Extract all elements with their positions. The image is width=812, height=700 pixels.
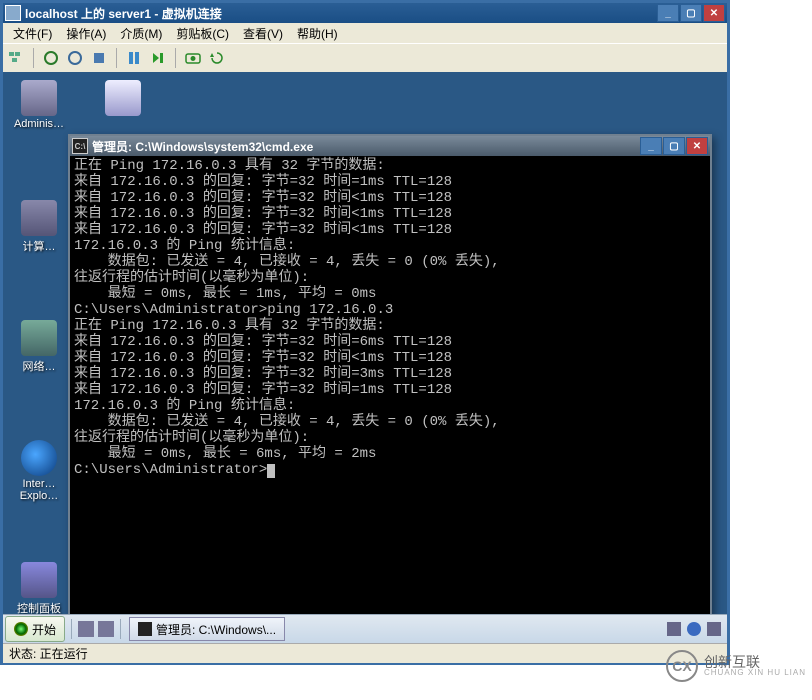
- quicklaunch-show-desktop-icon[interactable]: [78, 621, 94, 637]
- cmd-line: 来自 172.16.0.3 的回复: 字节=32 时间=1ms TTL=128: [74, 174, 706, 190]
- revert-icon[interactable]: [208, 49, 226, 67]
- cmd-icon: [138, 622, 152, 636]
- toolbar-separator: [175, 48, 176, 68]
- vm-status-text: 状态: 正在运行: [9, 645, 88, 662]
- desktop-icon-internet-explorer[interactable]: Inter… Explo…: [9, 440, 69, 502]
- tray-icon[interactable]: [667, 622, 681, 636]
- taskbar-item-cmd[interactable]: 管理员: C:\Windows\...: [129, 617, 285, 641]
- cmd-line: 往返行程的估计时间(以毫秒为单位):: [74, 430, 706, 446]
- cmd-line: 来自 172.16.0.3 的回复: 字节=32 时间<1ms TTL=128: [74, 222, 706, 238]
- cmd-window-controls: _ ▢ ✕: [639, 137, 708, 155]
- cmd-line: 往返行程的估计时间(以毫秒为单位):: [74, 270, 706, 286]
- vm-menubar: 文件(F) 操作(A) 介质(M) 剪贴板(C) 查看(V) 帮助(H): [3, 23, 727, 43]
- network-icon: [21, 320, 57, 356]
- ie-icon: [21, 440, 57, 476]
- vm-titlebar[interactable]: localhost 上的 server1 - 虚拟机连接 _ ▢ ✕: [3, 3, 727, 23]
- cmd-line: 来自 172.16.0.3 的回复: 字节=32 时间=3ms TTL=128: [74, 366, 706, 382]
- tray-network-icon[interactable]: [707, 622, 721, 636]
- cmd-line: 来自 172.16.0.3 的回复: 字节=32 时间<1ms TTL=128: [74, 190, 706, 206]
- cmd-line: C:\Users\Administrator>ping 172.16.0.3: [74, 302, 706, 318]
- computer-icon: [21, 200, 57, 236]
- cmd-cursor: [267, 464, 275, 478]
- snapshot-icon[interactable]: [184, 49, 202, 67]
- pause-icon[interactable]: [125, 49, 143, 67]
- desktop-icon-recycle-bin[interactable]: [93, 80, 153, 118]
- vm-maximize-button[interactable]: ▢: [680, 4, 702, 22]
- icon-label: Inter…: [9, 478, 69, 490]
- watermark: CX 创新互联 CHUANG XIN HU LIAN: [666, 650, 806, 682]
- taskbar-separator: [71, 619, 72, 639]
- icon-label: 网络…: [9, 358, 69, 374]
- start-label: 开始: [32, 621, 56, 638]
- desktop-icon-administrator[interactable]: Adminis…: [9, 80, 69, 130]
- icon-label: 计算…: [9, 238, 69, 254]
- cmd-line: 数据包: 已发送 = 4, 已接收 = 4, 丢失 = 0 (0% 丢失),: [74, 254, 706, 270]
- save-icon[interactable]: [90, 49, 108, 67]
- folder-icon: [21, 80, 57, 116]
- guest-desktop[interactable]: Adminis… 计算… 网络… Inter… Explo… 控制面板 C:\: [3, 72, 727, 663]
- watermark-text: 创新互联: [704, 655, 806, 669]
- vm-app-icon: [5, 5, 21, 21]
- quicklaunch-explorer-icon[interactable]: [98, 621, 114, 637]
- menu-view[interactable]: 查看(V): [237, 24, 289, 43]
- vm-status-bar: 状态: 正在运行: [3, 643, 727, 663]
- cmd-titlebar[interactable]: C:\ 管理员: C:\Windows\system32\cmd.exe _ ▢…: [70, 136, 710, 156]
- cmd-line: 172.16.0.3 的 Ping 统计信息:: [74, 398, 706, 414]
- cmd-line: 172.16.0.3 的 Ping 统计信息:: [74, 238, 706, 254]
- cmd-line: 来自 172.16.0.3 的回复: 字节=32 时间<1ms TTL=128: [74, 350, 706, 366]
- cmd-minimize-button[interactable]: _: [640, 137, 662, 155]
- vm-minimize-button[interactable]: _: [657, 4, 679, 22]
- menu-media[interactable]: 介质(M): [114, 24, 168, 43]
- cmd-icon: C:\: [72, 138, 88, 154]
- toolbar-separator: [33, 48, 34, 68]
- reset-icon[interactable]: [149, 49, 167, 67]
- taskbar-item-label: 管理员: C:\Windows\...: [156, 621, 276, 638]
- start-icon[interactable]: [42, 49, 60, 67]
- recycle-bin-icon: [105, 80, 141, 116]
- toolbar-separator: [116, 48, 117, 68]
- cmd-line: 来自 172.16.0.3 的回复: 字节=32 时间=1ms TTL=128: [74, 382, 706, 398]
- vm-close-button[interactable]: ✕: [703, 4, 725, 22]
- guest-taskbar[interactable]: 开始 管理员: C:\Windows\...: [3, 614, 727, 643]
- taskbar-separator: [120, 619, 121, 639]
- menu-help[interactable]: 帮助(H): [291, 24, 344, 43]
- cmd-line: 来自 172.16.0.3 的回复: 字节=32 时间<1ms TTL=128: [74, 206, 706, 222]
- watermark-logo-icon: CX: [666, 650, 698, 682]
- cmd-line: 最短 = 0ms, 最长 = 6ms, 平均 = 2ms: [74, 446, 706, 462]
- cmd-line: 最短 = 0ms, 最长 = 1ms, 平均 = 0ms: [74, 286, 706, 302]
- start-button[interactable]: 开始: [5, 616, 65, 642]
- icon-label: Adminis…: [9, 118, 69, 130]
- icon-label: Explo…: [9, 490, 69, 502]
- control-panel-icon: [21, 562, 57, 598]
- cmd-line: C:\Users\Administrator>: [74, 462, 706, 478]
- system-tray[interactable]: [661, 622, 727, 636]
- vm-window-controls: _ ▢ ✕: [656, 4, 725, 22]
- desktop-icon-computer[interactable]: 计算…: [9, 200, 69, 254]
- ctrl-alt-del-icon[interactable]: [7, 49, 25, 67]
- vm-connection-window: localhost 上的 server1 - 虚拟机连接 _ ▢ ✕ 文件(F)…: [0, 0, 730, 665]
- watermark-sub: CHUANG XIN HU LIAN: [704, 669, 806, 677]
- desktop-icon-control-panel[interactable]: 控制面板: [9, 562, 69, 616]
- cmd-line: 正在 Ping 172.16.0.3 具有 32 字节的数据:: [74, 318, 706, 334]
- cmd-title: 管理员: C:\Windows\system32\cmd.exe: [92, 138, 639, 155]
- vm-title: localhost 上的 server1 - 虚拟机连接: [25, 5, 656, 22]
- cmd-maximize-button[interactable]: ▢: [663, 137, 685, 155]
- menu-clipboard[interactable]: 剪贴板(C): [170, 24, 235, 43]
- cmd-close-button[interactable]: ✕: [686, 137, 708, 155]
- tray-help-icon[interactable]: [687, 622, 701, 636]
- cmd-line: 来自 172.16.0.3 的回复: 字节=32 时间=6ms TTL=128: [74, 334, 706, 350]
- desktop-icon-network[interactable]: 网络…: [9, 320, 69, 374]
- turnoff-icon[interactable]: [66, 49, 84, 67]
- menu-file[interactable]: 文件(F): [7, 24, 58, 43]
- cmd-line: 正在 Ping 172.16.0.3 具有 32 字节的数据:: [74, 158, 706, 174]
- cmd-window[interactable]: C:\ 管理员: C:\Windows\system32\cmd.exe _ ▢…: [68, 134, 712, 623]
- vm-toolbar: [3, 43, 727, 72]
- cmd-output[interactable]: 正在 Ping 172.16.0.3 具有 32 字节的数据:来自 172.16…: [70, 156, 710, 621]
- start-orb-icon: [14, 622, 28, 636]
- cmd-line: 数据包: 已发送 = 4, 已接收 = 4, 丢失 = 0 (0% 丢失),: [74, 414, 706, 430]
- menu-action[interactable]: 操作(A): [60, 24, 112, 43]
